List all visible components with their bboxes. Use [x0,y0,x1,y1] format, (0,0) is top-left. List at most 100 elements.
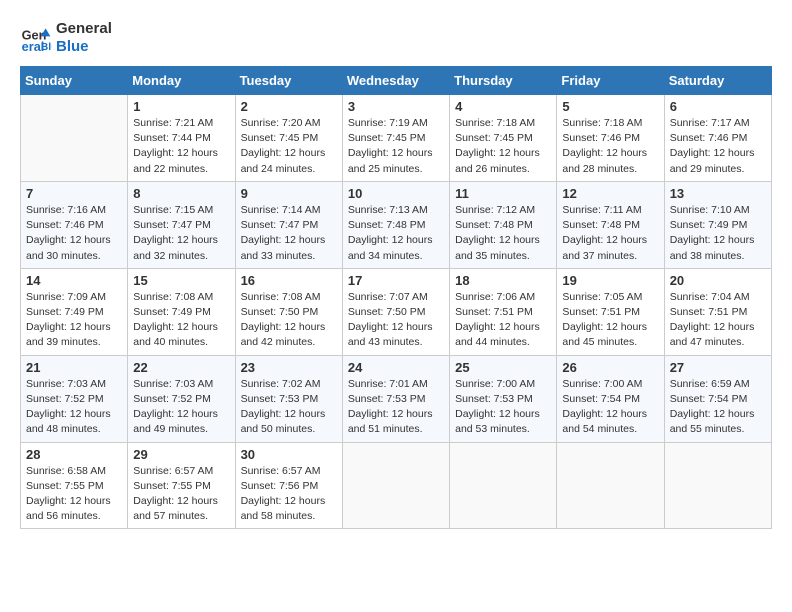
day-number: 12 [562,186,658,201]
day-number: 22 [133,360,229,375]
day-info: Sunrise: 7:14 AM Sunset: 7:47 PM Dayligh… [241,203,337,264]
day-cell: 26 Sunrise: 7:00 AM Sunset: 7:54 PM Dayli… [557,355,664,442]
day-cell: 9Sunrise: 7:14 AM Sunset: 7:47 PM Daylig… [235,181,342,268]
col-header-wednesday: Wednesday [342,67,449,95]
day-number: 19 [562,273,658,288]
day-cell: 24Sunrise: 7:01 AM Sunset: 7:53 PM Dayli… [342,355,449,442]
day-info: Sunrise: 7:03 AM Sunset: 7:52 PM Dayligh… [133,377,229,438]
day-info: Sunrise: 7:03 AM Sunset: 7:52 PM Dayligh… [26,377,122,438]
day-info: Sunrise: 7:10 AM Sunset: 7:49 PM Dayligh… [670,203,766,264]
week-row-4: 21 Sunrise: 7:03 AM Sunset: 7:52 PM Dayli… [21,355,772,442]
day-info: Sunrise: 7:01 AM Sunset: 7:53 PM Dayligh… [348,377,444,438]
day-cell: 22 Sunrise: 7:03 AM Sunset: 7:52 PM Dayli… [128,355,235,442]
day-info: Sunrise: 7:17 AM Sunset: 7:46 PM Dayligh… [670,116,766,177]
header: Gen eral Blue General Blue [20,20,772,56]
logo: Gen eral Blue General Blue [20,20,112,56]
logo-icon: Gen eral Blue [20,22,52,54]
day-cell: 8 Sunrise: 7:15 AM Sunset: 7:47 PM Daylig… [128,181,235,268]
day-cell: 6 Sunrise: 7:17 AM Sunset: 7:46 PM Daylig… [664,95,771,182]
day-cell: 21 Sunrise: 7:03 AM Sunset: 7:52 PM Dayli… [21,355,128,442]
day-info: Sunrise: 7:08 AM Sunset: 7:50 PM Dayligh… [241,290,337,351]
day-cell: 5 Sunrise: 7:18 AM Sunset: 7:46 PM Daylig… [557,95,664,182]
day-cell: 20Sunrise: 7:04 AM Sunset: 7:51 PM Dayli… [664,268,771,355]
day-info: Sunrise: 7:07 AM Sunset: 7:50 PM Dayligh… [348,290,444,351]
day-cell: 23Sunrise: 7:02 AM Sunset: 7:53 PM Dayli… [235,355,342,442]
day-number: 5 [562,99,658,114]
day-number: 25 [455,360,551,375]
day-info: Sunrise: 7:21 AM Sunset: 7:44 PM Dayligh… [133,116,229,177]
day-number: 4 [455,99,551,114]
day-info: Sunrise: 7:19 AM Sunset: 7:45 PM Dayligh… [348,116,444,177]
day-info: Sunrise: 6:59 AM Sunset: 7:54 PM Dayligh… [670,377,766,438]
week-row-3: 14 Sunrise: 7:09 AM Sunset: 7:49 PM Dayli… [21,268,772,355]
day-info: Sunrise: 7:04 AM Sunset: 7:51 PM Dayligh… [670,290,766,351]
day-number: 8 [133,186,229,201]
day-number: 18 [455,273,551,288]
col-header-friday: Friday [557,67,664,95]
col-header-thursday: Thursday [450,67,557,95]
day-number: 27 [670,360,766,375]
day-cell [557,442,664,529]
day-info: Sunrise: 7:05 AM Sunset: 7:51 PM Dayligh… [562,290,658,351]
day-cell: 11Sunrise: 7:12 AM Sunset: 7:48 PM Dayli… [450,181,557,268]
col-header-tuesday: Tuesday [235,67,342,95]
day-info: Sunrise: 7:12 AM Sunset: 7:48 PM Dayligh… [455,203,551,264]
day-cell: 1 Sunrise: 7:21 AM Sunset: 7:44 PM Daylig… [128,95,235,182]
day-cell: 19 Sunrise: 7:05 AM Sunset: 7:51 PM Dayli… [557,268,664,355]
day-cell [342,442,449,529]
day-cell: 15 Sunrise: 7:08 AM Sunset: 7:49 PM Dayli… [128,268,235,355]
day-info: Sunrise: 7:00 AM Sunset: 7:54 PM Dayligh… [562,377,658,438]
day-number: 17 [348,273,444,288]
logo-line1: General [56,20,112,38]
day-number: 14 [26,273,122,288]
day-info: Sunrise: 7:15 AM Sunset: 7:47 PM Dayligh… [133,203,229,264]
day-info: Sunrise: 7:08 AM Sunset: 7:49 PM Dayligh… [133,290,229,351]
day-number: 26 [562,360,658,375]
day-number: 10 [348,186,444,201]
day-number: 29 [133,447,229,462]
day-number: 16 [241,273,337,288]
day-number: 6 [670,99,766,114]
week-row-1: 1 Sunrise: 7:21 AM Sunset: 7:44 PM Daylig… [21,95,772,182]
day-number: 1 [133,99,229,114]
day-info: Sunrise: 7:18 AM Sunset: 7:46 PM Dayligh… [562,116,658,177]
day-number: 3 [348,99,444,114]
week-row-2: 7 Sunrise: 7:16 AM Sunset: 7:46 PM Daylig… [21,181,772,268]
day-cell: 7 Sunrise: 7:16 AM Sunset: 7:46 PM Daylig… [21,181,128,268]
day-cell: 4 Sunrise: 7:18 AM Sunset: 7:45 PM Daylig… [450,95,557,182]
day-info: Sunrise: 7:13 AM Sunset: 7:48 PM Dayligh… [348,203,444,264]
day-cell: 2Sunrise: 7:20 AM Sunset: 7:45 PM Daylig… [235,95,342,182]
day-cell: 10 Sunrise: 7:13 AM Sunset: 7:48 PM Dayli… [342,181,449,268]
day-number: 15 [133,273,229,288]
day-info: Sunrise: 7:09 AM Sunset: 7:49 PM Dayligh… [26,290,122,351]
day-number: 30 [241,447,337,462]
day-cell: 14 Sunrise: 7:09 AM Sunset: 7:49 PM Dayli… [21,268,128,355]
col-header-saturday: Saturday [664,67,771,95]
day-number: 23 [241,360,337,375]
day-cell: 16 Sunrise: 7:08 AM Sunset: 7:50 PM Dayli… [235,268,342,355]
day-cell: 18 Sunrise: 7:06 AM Sunset: 7:51 PM Dayli… [450,268,557,355]
calendar-table: SundayMondayTuesdayWednesdayThursdayFrid… [20,66,772,529]
day-number: 2 [241,99,337,114]
day-info: Sunrise: 7:06 AM Sunset: 7:51 PM Dayligh… [455,290,551,351]
day-cell: 28Sunrise: 6:58 AM Sunset: 7:55 PM Dayli… [21,442,128,529]
day-cell: 27 Sunrise: 6:59 AM Sunset: 7:54 PM Dayli… [664,355,771,442]
day-cell [664,442,771,529]
day-cell: 17 Sunrise: 7:07 AM Sunset: 7:50 PM Dayli… [342,268,449,355]
day-info: Sunrise: 6:57 AM Sunset: 7:56 PM Dayligh… [241,464,337,525]
day-number: 21 [26,360,122,375]
day-info: Sunrise: 7:18 AM Sunset: 7:45 PM Dayligh… [455,116,551,177]
day-cell: 29 Sunrise: 6:57 AM Sunset: 7:55 PM Dayli… [128,442,235,529]
day-cell: 30 Sunrise: 6:57 AM Sunset: 7:56 PM Dayli… [235,442,342,529]
day-number: 13 [670,186,766,201]
day-cell: 12 Sunrise: 7:11 AM Sunset: 7:48 PM Dayli… [557,181,664,268]
day-info: Sunrise: 6:57 AM Sunset: 7:55 PM Dayligh… [133,464,229,525]
day-cell: 25 Sunrise: 7:00 AM Sunset: 7:53 PM Dayli… [450,355,557,442]
day-cell [21,95,128,182]
day-info: Sunrise: 7:16 AM Sunset: 7:46 PM Dayligh… [26,203,122,264]
day-info: Sunrise: 7:11 AM Sunset: 7:48 PM Dayligh… [562,203,658,264]
col-header-monday: Monday [128,67,235,95]
day-number: 28 [26,447,122,462]
day-info: Sunrise: 7:00 AM Sunset: 7:53 PM Dayligh… [455,377,551,438]
day-number: 7 [26,186,122,201]
